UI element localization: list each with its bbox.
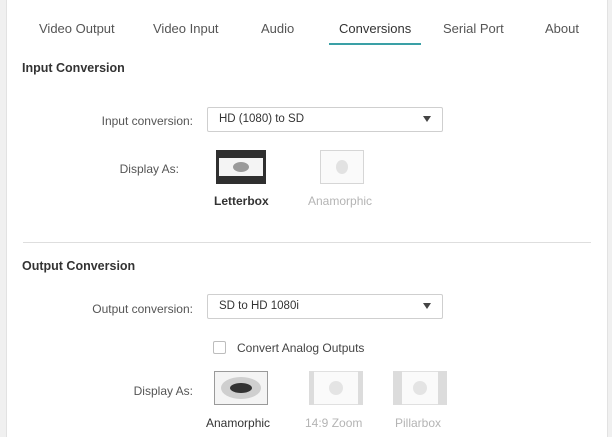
output-conversion-label: Output conversion: [92,302,193,316]
tab-serial-port[interactable]: Serial Port [443,21,504,36]
anamorphic-icon [214,371,268,405]
convert-analog-outputs-checkbox[interactable] [213,341,226,354]
dropdown-arrow-icon [423,116,431,122]
section-divider [23,242,591,243]
tab-audio[interactable]: Audio [261,21,294,36]
tab-conversions[interactable]: Conversions [339,21,411,36]
tab-video-input[interactable]: Video Input [153,21,219,36]
input-anamorphic-label: Anamorphic [308,194,373,208]
pillarbox-option[interactable] [393,371,447,405]
input-anamorphic-option[interactable] [320,150,364,184]
anamorphic-icon [320,150,364,184]
zoom-14-9-label: 14:9 Zoom [305,416,363,430]
output-display-as-label: Display As: [133,384,193,398]
input-display-as-label: Display As: [119,162,179,176]
letterbox-label: Letterbox [214,194,269,208]
output-conversion-title: Output Conversion [22,259,136,273]
output-conversion-select[interactable]: SD to HD 1080i [207,294,443,319]
tab-video-output[interactable]: Video Output [39,21,115,36]
output-anamorphic-option[interactable] [214,371,268,405]
zoom-14-9-option[interactable] [309,371,363,405]
tab-bar: Video Output Video Input Audio Conversio… [7,0,607,50]
pillarbox-icon [393,371,447,405]
letterbox-option[interactable] [216,150,266,184]
conversions-panel: Video Output Video Input Audio Conversio… [6,0,608,437]
active-tab-indicator [329,43,421,45]
output-conversion-value: SD to HD 1080i [219,300,299,312]
input-conversion-value: HD (1080) to SD [219,113,305,125]
convert-analog-outputs-label: Convert Analog Outputs [237,341,365,355]
dropdown-arrow-icon [423,303,431,309]
input-conversion-label: Input conversion: [101,114,193,128]
tab-about[interactable]: About [545,21,579,36]
input-conversion-select[interactable]: HD (1080) to SD [207,107,443,132]
zoom-14-9-icon [309,371,363,405]
input-conversion-title: Input Conversion [22,61,125,75]
pillarbox-label: Pillarbox [395,416,442,430]
letterbox-icon [216,150,266,184]
output-anamorphic-label: Anamorphic [206,416,271,430]
